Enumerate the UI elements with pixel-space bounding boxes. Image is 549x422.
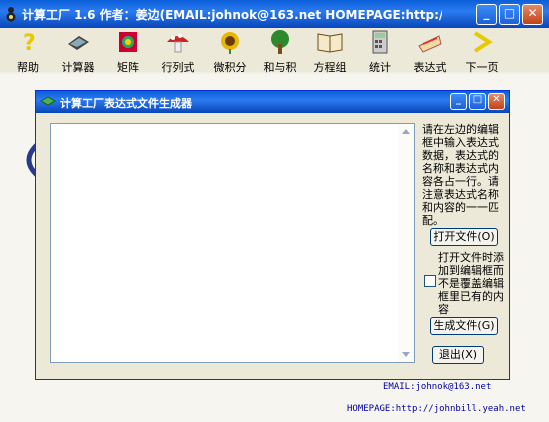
toolbar-next-page-button[interactable]: 下一页 [460,30,504,74]
open-file-button[interactable]: 打开文件(O) [430,228,498,246]
main-window: 计算工厂 1.6 作者：姜边(EMAIL:johnok@163.net HOME… [0,0,549,422]
toolbar-sum-product-label: 和与积 [263,61,297,74]
dialog-minimize-button[interactable]: _ [450,93,467,110]
maximize-icon: □ [503,6,516,20]
toolbar-calculus-button[interactable]: 微积分 [210,30,250,74]
svg-text:?: ? [23,31,36,54]
toolbar-statistics-label: 统计 [369,61,391,74]
matrix-icon [119,32,137,52]
expression-icon [418,35,442,53]
statistics-icon [372,30,388,54]
toolbar-matrix-button[interactable]: 矩阵 [110,30,146,74]
exit-button[interactable]: 退出(X) [432,346,484,364]
close-icon: ✕ [527,6,538,20]
dialog-app-icon [40,96,56,106]
toolbar-calculator-button[interactable]: 计算器 [56,30,100,74]
dialog-title: 计算工厂表达式文件生成器 [60,97,192,110]
append-on-open-checkbox[interactable] [424,275,436,287]
dialog-close-button[interactable]: ✕ [488,93,505,110]
toolbar-calculus-label: 微积分 [213,61,247,74]
scroll-down-arrow-icon[interactable] [402,352,410,357]
expression-editor-input[interactable] [53,126,398,358]
toolbar-next-page-label: 下一页 [465,61,499,74]
toolbar-equations-label: 方程组 [313,61,347,74]
toolbar-help-label: 帮助 [17,61,39,74]
main-title-bar[interactable]: 计算工厂 1.6 作者：姜边(EMAIL:johnok@163.net HOME… [0,0,549,28]
append-on-open-label: 打开文件时添加到编辑框而不是覆盖编辑框里已有的内容 [438,251,504,316]
help-icon: ? [23,31,36,56]
next-page-icon [473,31,493,53]
equations-icon [317,33,343,53]
toolbar-calculator-label: 计算器 [61,61,95,74]
toolbar-help-button[interactable]: ? 帮助 [10,30,46,74]
toolbar: ? 帮助 计算器 矩阵 行列式 微积分 和与积 方程组 统计 表达式 下一页 [0,28,549,74]
app-icon [6,7,16,22]
dialog-maximize-button[interactable]: □ [469,93,486,110]
toolbar-matrix-label: 矩阵 [117,61,139,74]
generate-file-button[interactable]: 生成文件(G) [430,317,498,335]
toolbar-statistics-button[interactable]: 统计 [362,30,398,74]
minimize-icon: _ [456,94,461,105]
expression-generator-dialog: 计算工厂表达式文件生成器 _ □ ✕ 请在左边的编辑框中输入表达式数据，表达式的… [35,90,510,380]
toolbar-expression-button[interactable]: 表达式 [410,30,450,74]
dialog-title-bar[interactable]: 计算工厂表达式文件生成器 _ □ ✕ [36,91,509,113]
editor-vertical-scrollbar[interactable] [398,124,414,362]
toolbar-determinant-button[interactable]: 行列式 [156,30,200,74]
minimize-button[interactable]: _ [476,4,497,25]
calculator-icon [68,36,89,50]
sum-product-icon [271,30,289,54]
determinant-icon [167,34,189,53]
toolbar-expression-label: 表达式 [413,61,447,74]
main-window-title: 计算工厂 1.6 作者：姜边(EMAIL:johnok@163.net HOME… [22,8,442,22]
toolbar-equations-button[interactable]: 方程组 [310,30,350,74]
toolbar-determinant-label: 行列式 [161,61,195,74]
scroll-up-arrow-icon[interactable] [402,129,410,134]
maximize-icon: □ [472,94,483,105]
close-icon: ✕ [492,94,501,105]
minimize-icon: _ [483,6,490,20]
close-button[interactable]: ✕ [522,4,543,25]
toolbar-sum-product-button[interactable]: 和与积 [260,30,300,74]
maximize-button[interactable]: □ [499,4,520,25]
calculus-icon [221,32,239,54]
footer-email: EMAIL:johnok@163.net [383,382,492,392]
instructions-text: 请在左边的编辑框中输入表达式数据，表达式的名称和表达式内容各占一行。请注意表达式… [422,123,499,227]
footer-homepage[interactable]: HOMEPAGE:http://johnbill.yeah.net [347,404,526,414]
expression-editor [50,123,415,363]
